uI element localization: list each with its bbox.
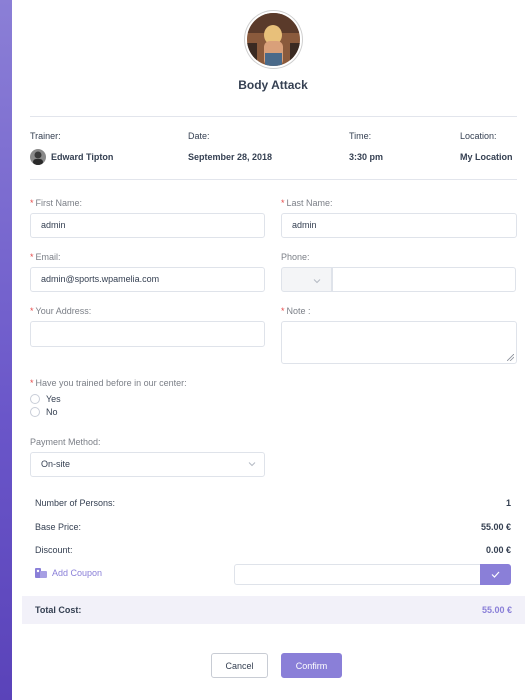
location-label: Location: bbox=[460, 131, 497, 141]
radio-button[interactable] bbox=[30, 394, 40, 404]
base-price-value: 55.00 € bbox=[480, 522, 511, 532]
required-mark: * bbox=[281, 198, 285, 208]
required-mark: * bbox=[281, 306, 285, 316]
total-cost-value: 55.00 € bbox=[481, 605, 512, 615]
required-mark: * bbox=[30, 198, 34, 208]
booking-card: Body Attack Trainer: Edward Tipton Date:… bbox=[12, 0, 531, 700]
phone-country-select[interactable] bbox=[281, 267, 332, 292]
phone-label: Phone: bbox=[281, 252, 310, 262]
resize-grip-icon[interactable] bbox=[507, 354, 514, 361]
service-title: Body Attack bbox=[238, 78, 308, 92]
payment-method-select[interactable]: On-site bbox=[30, 452, 265, 477]
chevron-down-icon bbox=[248, 462, 256, 467]
total-cost-bar: Total Cost: 55.00 € bbox=[22, 596, 525, 624]
confirm-button[interactable]: Confirm bbox=[281, 653, 342, 678]
radio-option-no[interactable]: No bbox=[30, 407, 58, 417]
first-name-label: * First Name: bbox=[30, 198, 83, 208]
first-name-input[interactable]: admin bbox=[30, 213, 265, 238]
required-mark: * bbox=[30, 378, 34, 388]
chevron-down-icon bbox=[313, 279, 321, 284]
last-name-input[interactable]: admin bbox=[281, 213, 517, 238]
email-input[interactable]: admin@sports.wpamelia.com bbox=[30, 267, 265, 292]
check-icon bbox=[491, 571, 500, 578]
required-mark: * bbox=[30, 306, 34, 316]
coupon-input[interactable] bbox=[234, 564, 481, 585]
service-image bbox=[247, 13, 300, 66]
divider-top bbox=[30, 116, 517, 117]
note-label: * Note : bbox=[281, 306, 311, 316]
base-price-label: Base Price: bbox=[35, 522, 82, 532]
trainer-label: Trainer: bbox=[30, 131, 61, 141]
date-value: September 28, 2018 bbox=[188, 152, 273, 162]
trainer-name: Edward Tipton bbox=[51, 152, 114, 162]
location-value: My Location bbox=[460, 152, 513, 162]
add-coupon-link[interactable]: Add Coupon bbox=[34, 567, 102, 579]
trainer-avatar bbox=[30, 149, 46, 165]
discount-label: Discount: bbox=[35, 545, 73, 555]
divider-info bbox=[30, 179, 517, 180]
payment-method-label: Payment Method: bbox=[30, 437, 101, 447]
required-mark: * bbox=[30, 252, 34, 262]
last-name-label: * Last Name: bbox=[281, 198, 333, 208]
coupon-icon bbox=[35, 568, 47, 578]
radio-option-yes[interactable]: Yes bbox=[30, 394, 61, 404]
discount-value: 0.00 € bbox=[485, 545, 511, 555]
address-label: * Your Address: bbox=[30, 306, 92, 316]
persons-label: Number of Persons: bbox=[35, 498, 116, 508]
address-input[interactable] bbox=[30, 321, 265, 347]
phone-input[interactable] bbox=[332, 267, 516, 292]
email-label: * Email: bbox=[30, 252, 61, 262]
radio-button[interactable] bbox=[30, 407, 40, 417]
time-label: Time: bbox=[349, 131, 372, 141]
trained-question-label: * Have you trained before in our center: bbox=[30, 378, 187, 388]
total-cost-label: Total Cost: bbox=[35, 605, 82, 615]
persons-value: 1 bbox=[505, 498, 511, 508]
date-label: Date: bbox=[188, 131, 210, 141]
cancel-button[interactable]: Cancel bbox=[211, 653, 268, 678]
note-textarea[interactable] bbox=[281, 321, 517, 364]
apply-coupon-button[interactable] bbox=[480, 564, 511, 585]
sidebar-accent-strip bbox=[0, 0, 12, 700]
time-value: 3:30 pm bbox=[349, 152, 384, 162]
